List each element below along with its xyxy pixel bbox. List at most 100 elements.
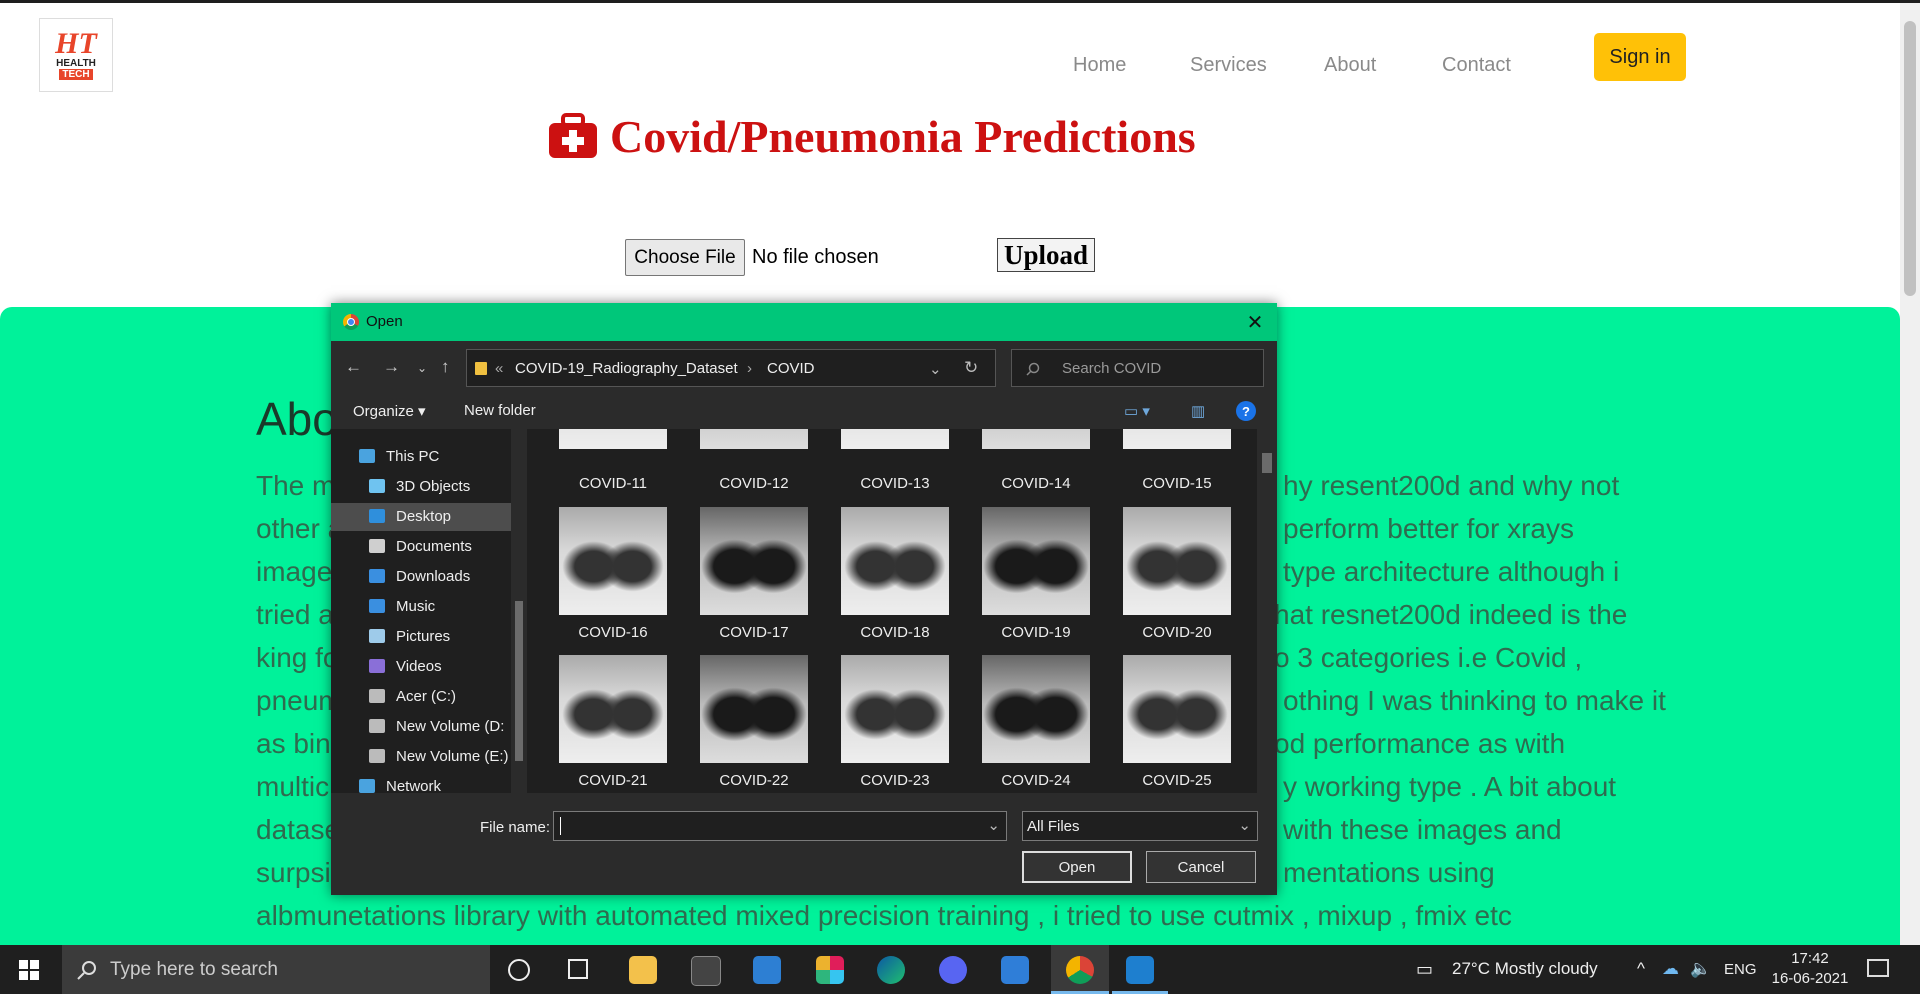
language-indicator[interactable]: ENG bbox=[1724, 961, 1757, 978]
file-name-caption[interactable]: COVID-25 bbox=[1112, 772, 1242, 789]
breadcrumb-dataset[interactable]: COVID-19_Radiography_Dataset bbox=[515, 360, 738, 377]
dialog-titlebar[interactable]: Open ✕ bbox=[331, 303, 1277, 341]
overflow-chevron-icon[interactable]: « bbox=[495, 360, 503, 377]
page-scrollbar[interactable] bbox=[1900, 3, 1920, 945]
whiteboard-icon[interactable] bbox=[1001, 956, 1029, 984]
recent-locations-icon[interactable]: ⌄ bbox=[417, 361, 427, 375]
file-name-caption[interactable]: COVID-19 bbox=[971, 624, 1101, 641]
volume-icon[interactable]: 🔈 bbox=[1690, 959, 1711, 979]
xray-thumbnail[interactable] bbox=[982, 507, 1090, 615]
weather-text[interactable]: 27°C Mostly cloudy bbox=[1452, 959, 1598, 979]
up-arrow-icon[interactable]: ↑ bbox=[441, 357, 450, 377]
mail-icon[interactable] bbox=[753, 956, 781, 984]
file-name-caption[interactable]: COVID-15 bbox=[1112, 475, 1242, 492]
search-box[interactable]: Search COVID bbox=[1011, 349, 1264, 387]
xray-thumbnail[interactable] bbox=[982, 655, 1090, 763]
breadcrumb-covid[interactable]: COVID bbox=[767, 360, 815, 377]
clock[interactable]: 17:42 16-06-2021 bbox=[1770, 949, 1850, 989]
forward-arrow-icon[interactable]: → bbox=[383, 357, 400, 377]
nav-item-new-volume-e[interactable]: New Volume (E:) bbox=[331, 743, 511, 771]
file-name-caption[interactable]: COVID-16 bbox=[548, 624, 678, 641]
help-icon[interactable]: ? bbox=[1236, 401, 1256, 421]
file-name-caption[interactable]: COVID-23 bbox=[830, 772, 960, 789]
nav-item-desktop[interactable]: Desktop bbox=[331, 503, 511, 531]
file-name-caption[interactable]: COVID-14 bbox=[971, 475, 1101, 492]
xray-thumbnail[interactable] bbox=[1123, 655, 1231, 763]
chevron-down-icon[interactable]: ⌄ bbox=[929, 360, 942, 378]
file-name-caption[interactable]: COVID-22 bbox=[689, 772, 819, 789]
upload-button[interactable]: Upload bbox=[997, 238, 1095, 272]
nav-contact[interactable]: Contact bbox=[1442, 54, 1511, 77]
file-name-caption[interactable]: COVID-24 bbox=[971, 772, 1101, 789]
nav-item-music[interactable]: Music bbox=[331, 593, 511, 621]
choose-file-button[interactable]: Choose File bbox=[625, 239, 745, 276]
xray-thumbnail[interactable] bbox=[700, 429, 808, 449]
file-name-caption[interactable]: COVID-20 bbox=[1112, 624, 1242, 641]
xray-thumbnail[interactable] bbox=[559, 507, 667, 615]
discord-icon[interactable] bbox=[939, 956, 967, 984]
site-logo[interactable]: HT HEALTH TECH bbox=[39, 18, 113, 92]
taskbar-search[interactable]: Type here to search bbox=[62, 945, 490, 994]
new-folder-button[interactable]: New folder bbox=[464, 402, 536, 419]
nav-item-network[interactable]: Network bbox=[331, 773, 511, 793]
file-grid-scrollbar[interactable] bbox=[1257, 429, 1277, 793]
windows-start-icon[interactable] bbox=[19, 960, 39, 980]
file-name-caption[interactable]: COVID-18 bbox=[830, 624, 960, 641]
chevron-down-icon[interactable]: ⌄ bbox=[1238, 816, 1251, 834]
cortana-icon[interactable] bbox=[508, 959, 530, 981]
weather-icon[interactable]: ▭ bbox=[1416, 959, 1433, 980]
nav-services[interactable]: Services bbox=[1190, 54, 1267, 77]
nav-pane-scrollbar[interactable] bbox=[511, 429, 527, 793]
page-scrollbar-thumb[interactable] bbox=[1904, 21, 1916, 296]
file-explorer-icon[interactable] bbox=[629, 956, 657, 984]
back-arrow-icon[interactable]: ← bbox=[345, 357, 362, 377]
file-name-caption[interactable]: COVID-12 bbox=[689, 475, 819, 492]
nav-item-documents[interactable]: Documents bbox=[331, 533, 511, 561]
nav-home[interactable]: Home bbox=[1073, 54, 1126, 77]
close-icon[interactable]: ✕ bbox=[1242, 309, 1268, 335]
nav-item-3d-objects[interactable]: 3D Objects bbox=[331, 473, 511, 501]
xray-thumbnail[interactable] bbox=[700, 655, 808, 763]
vscode-icon[interactable] bbox=[1126, 956, 1154, 984]
task-view-icon[interactable] bbox=[568, 959, 588, 979]
xray-thumbnail[interactable] bbox=[982, 429, 1090, 449]
notion-icon[interactable] bbox=[691, 956, 721, 986]
slack-icon[interactable] bbox=[816, 956, 844, 984]
organize-button[interactable]: Organize ▾ bbox=[353, 402, 426, 420]
chrome-taskbar-item[interactable] bbox=[1051, 945, 1109, 994]
cancel-button[interactable]: Cancel bbox=[1146, 851, 1256, 883]
preview-pane-icon[interactable]: ▥ bbox=[1191, 402, 1205, 420]
chevron-down-icon[interactable]: ⌄ bbox=[987, 816, 1000, 834]
nav-item-acer-c[interactable]: Acer (C:) bbox=[331, 683, 511, 711]
notifications-icon[interactable] bbox=[1867, 959, 1889, 977]
view-options-icon[interactable]: ▭ ▾ bbox=[1124, 402, 1150, 420]
xray-thumbnail[interactable] bbox=[700, 507, 808, 615]
address-bar[interactable]: « COVID-19_Radiography_Dataset › COVID ⌄… bbox=[466, 349, 996, 387]
file-type-select[interactable]: All Files ⌄ bbox=[1022, 811, 1258, 841]
open-button[interactable]: Open bbox=[1022, 851, 1132, 883]
refresh-icon[interactable]: ↻ bbox=[964, 358, 978, 378]
xray-thumbnail[interactable] bbox=[841, 429, 949, 449]
show-hidden-icons-icon[interactable]: ^ bbox=[1637, 959, 1645, 979]
file-name-caption[interactable]: COVID-21 bbox=[548, 772, 678, 789]
edge-icon[interactable] bbox=[877, 956, 905, 984]
nav-item-new-volume-d[interactable]: New Volume (D: bbox=[331, 713, 511, 741]
file-name-caption[interactable]: COVID-17 bbox=[689, 624, 819, 641]
onedrive-icon[interactable]: ☁ bbox=[1662, 959, 1679, 979]
nav-item-pictures[interactable]: Pictures bbox=[331, 623, 511, 651]
file-name-caption[interactable]: COVID-11 bbox=[548, 475, 678, 492]
xray-thumbnail[interactable] bbox=[1123, 507, 1231, 615]
file-name-input[interactable]: ⌄ bbox=[553, 811, 1007, 841]
xray-thumbnail[interactable] bbox=[841, 655, 949, 763]
xray-thumbnail[interactable] bbox=[1123, 429, 1231, 449]
nav-about[interactable]: About bbox=[1324, 54, 1376, 77]
signin-button[interactable]: Sign in bbox=[1594, 33, 1686, 81]
file-name-caption[interactable]: COVID-13 bbox=[830, 475, 960, 492]
nav-item-videos[interactable]: Videos bbox=[331, 653, 511, 681]
xray-thumbnail[interactable] bbox=[841, 507, 949, 615]
file-grid-scrollbar-thumb[interactable] bbox=[1262, 453, 1272, 473]
nav-item-downloads[interactable]: Downloads bbox=[331, 563, 511, 591]
xray-thumbnail[interactable] bbox=[559, 655, 667, 763]
xray-thumbnail[interactable] bbox=[559, 429, 667, 449]
nav-pane-scrollbar-thumb[interactable] bbox=[515, 601, 523, 761]
